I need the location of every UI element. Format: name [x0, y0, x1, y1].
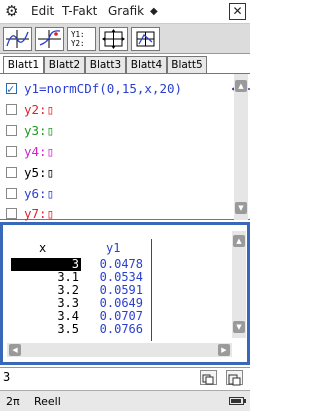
scroll-up-icon[interactable]: ▲ [233, 235, 245, 247]
table-graph-icon [136, 31, 155, 47]
settings-gear-icon[interactable]: ⚙ [5, 2, 21, 20]
menu-grafik[interactable]: Grafik [108, 4, 144, 18]
tab-blatt5[interactable]: Blatt5 [167, 56, 207, 73]
table-header-x: x [39, 241, 47, 255]
scroll-left-icon[interactable]: ◀ [9, 344, 21, 356]
tab-blatt2[interactable]: Blatt2 [44, 56, 85, 73]
function-checkbox-y3[interactable] [6, 125, 17, 136]
function-checkbox-y4[interactable] [6, 146, 17, 157]
sheet-tabs: Blatt1 Blatt2 Blatt3 Blatt4 Blatt5 [0, 56, 250, 74]
table-cell-x[interactable]: 3.5 [11, 323, 81, 336]
scroll-down-icon[interactable]: ▼ [235, 202, 247, 214]
scroll-right-icon[interactable]: ▶ [218, 344, 230, 356]
menu-tfakt[interactable]: T-Fakt [62, 4, 97, 18]
copy-icon [202, 374, 214, 385]
function-row-y1[interactable]: y1=normCDf(0,15,x,20) [6, 80, 250, 98]
number-mode: Reell [34, 395, 61, 408]
tab-blatt3[interactable]: Blatt3 [85, 56, 126, 73]
scroll-down-icon[interactable]: ▼ [233, 321, 245, 333]
menu-bar: ⚙ Edit T-Fakt Grafik ◆ ✕ [0, 0, 250, 24]
function-label-y2[interactable]: y2:▯ [24, 101, 54, 119]
scroll-up-icon[interactable]: ▲ [235, 80, 247, 92]
toolbar: Y1: Y2: [0, 24, 250, 54]
paste-icon [228, 374, 241, 386]
status-bar: 2π Reell [0, 390, 250, 411]
table-cell-y1[interactable]: 0.0766 [83, 323, 143, 336]
menu-diamond[interactable]: ◆ [150, 6, 158, 17]
value-table: x y1 3 0.0478 3.1 0.0534 3.2 0.0591 3.3 … [0, 222, 250, 365]
table-grid-button[interactable] [99, 27, 128, 51]
tab-blatt4[interactable]: Blatt4 [126, 56, 167, 73]
table-arrows-icon [102, 29, 125, 49]
function-checkbox-y2[interactable] [6, 104, 17, 115]
table-vertical-scrollbar[interactable]: ▲ ▼ [232, 231, 246, 338]
close-icon[interactable]: ✕ [229, 3, 246, 20]
function-checkbox-y5[interactable] [6, 167, 17, 178]
function-list: y1=normCDf(0,15,x,20) y2:▯ y3:▯ y4:▯ y5:… [0, 73, 250, 223]
function-checkbox-y1[interactable] [6, 80, 17, 98]
input-field[interactable]: 3 [3, 370, 193, 385]
function-checkbox-y6[interactable] [6, 188, 17, 199]
angle-mode: 2π [6, 395, 20, 408]
function-label-y7[interactable]: y7:▯ [24, 205, 54, 223]
table-header-y1: y1 [106, 241, 121, 255]
y-edit-button[interactable]: Y1: Y2: [67, 27, 96, 51]
function-label-y4[interactable]: y4:▯ [24, 143, 54, 161]
table-horizontal-scrollbar[interactable]: ◀ ▶ [7, 343, 232, 357]
y2-text: Y2: [71, 39, 85, 48]
function-label-y1[interactable]: y1=normCDf(0,15,x,20) [24, 80, 182, 98]
function-list-scrollbar[interactable]: ▲ ▼ [234, 74, 248, 220]
function-checkbox-y7[interactable] [6, 208, 17, 219]
function-label-y6[interactable]: y6:▯ [24, 185, 54, 203]
input-line: 3 [0, 367, 250, 387]
graph-trace-icon [38, 30, 61, 48]
graph-icon [6, 30, 29, 48]
menu-edit[interactable]: Edit [31, 4, 54, 18]
function-label-y5[interactable]: y5:▯ [24, 164, 54, 182]
table-column-divider [151, 239, 152, 341]
paste-button[interactable] [226, 370, 243, 386]
graph-window-button[interactable] [3, 27, 32, 51]
y1-text: Y1: [71, 30, 85, 39]
battery-icon [229, 397, 246, 405]
tab-blatt1[interactable]: Blatt1 [3, 56, 44, 74]
copy-button[interactable] [200, 370, 217, 385]
table-graph-button[interactable] [131, 27, 160, 51]
sketch-button[interactable] [35, 27, 64, 51]
function-label-y3[interactable]: y3:▯ [24, 122, 54, 140]
